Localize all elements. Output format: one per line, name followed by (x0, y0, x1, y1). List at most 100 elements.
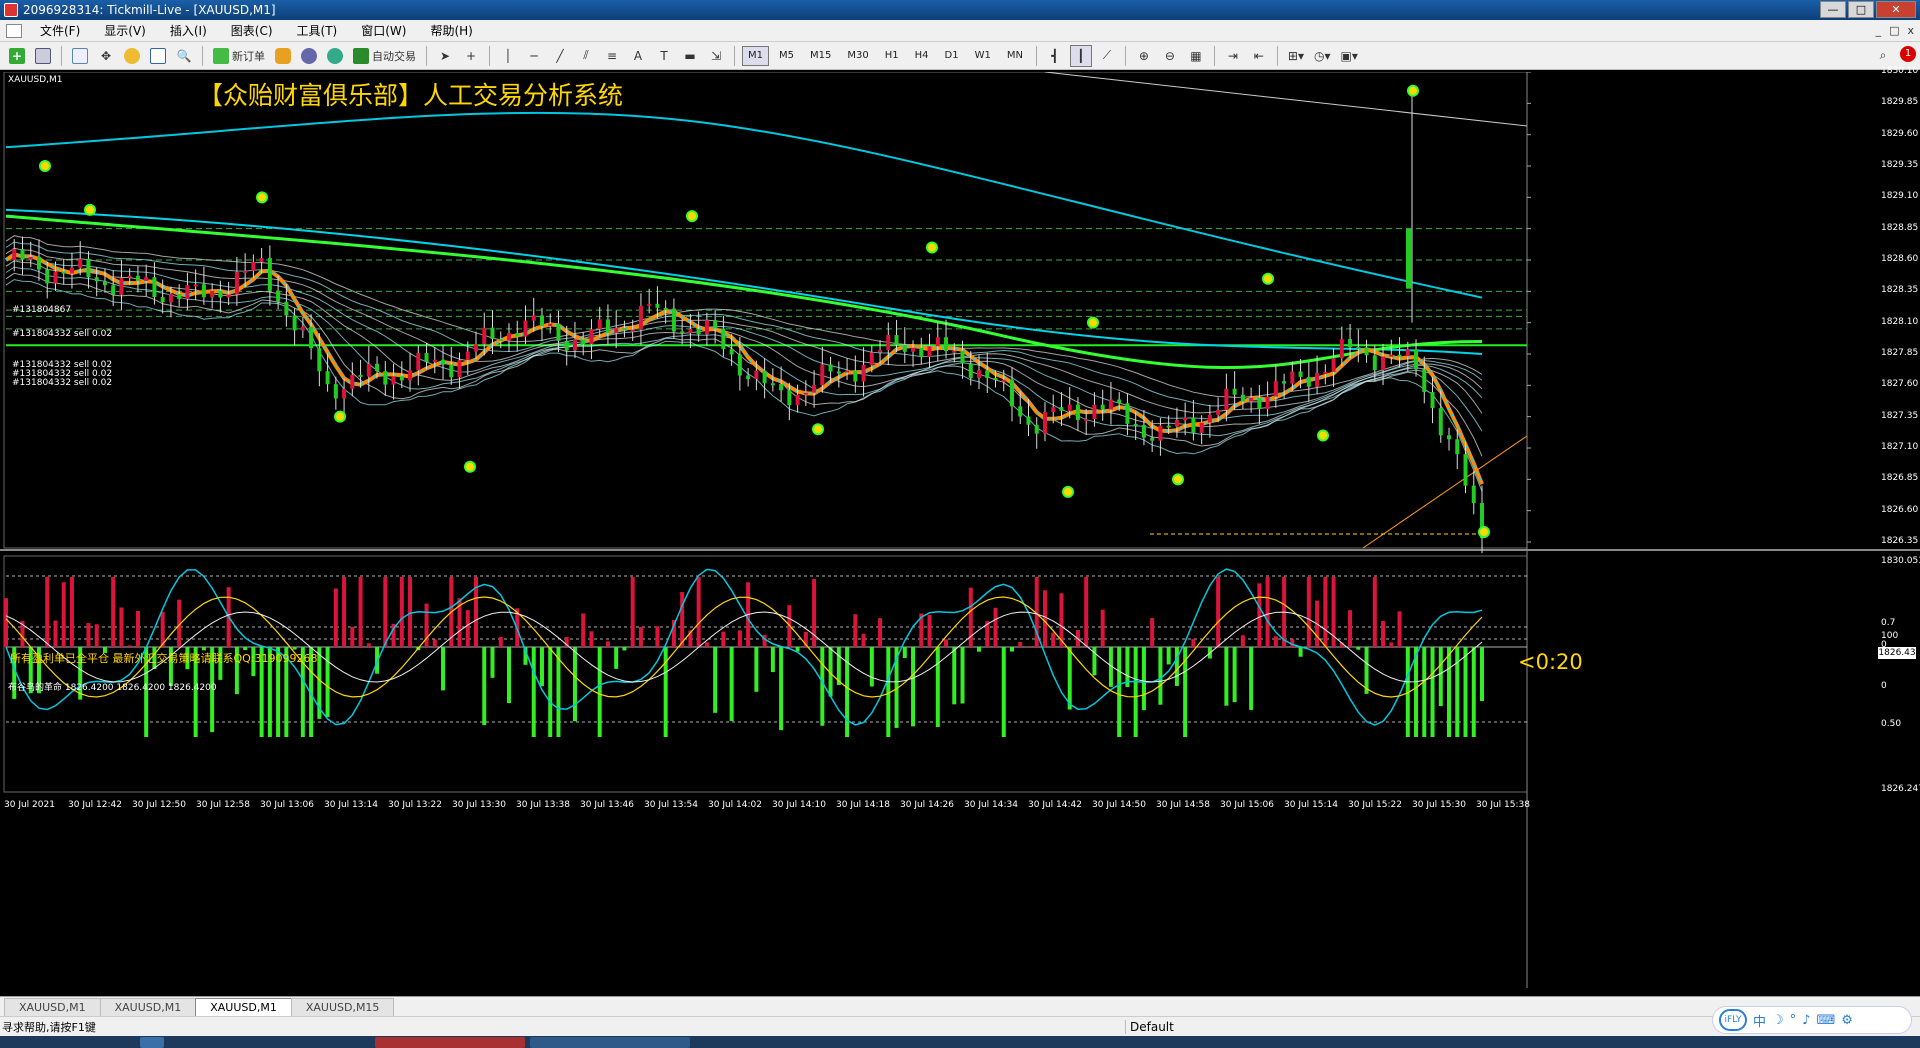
cursor-icon[interactable]: ➤ (434, 45, 456, 67)
ime-keyboard-icon[interactable]: ⌨ (1816, 1013, 1835, 1028)
navigator-icon[interactable] (121, 45, 143, 67)
autoscroll-icon[interactable]: ⇥ (1222, 45, 1244, 67)
equidistant-channel-icon[interactable]: ⫽ (575, 45, 597, 67)
tf-h4-button[interactable]: H4 (909, 46, 935, 66)
market-watch-icon[interactable] (69, 45, 91, 67)
chart-window[interactable]: XAUUSD,M1 【众贻财富俱乐部】人工交易分析系统 #131804867 #… (0, 66, 1920, 988)
strategy-tester-icon[interactable]: 🔍 (173, 45, 195, 67)
chart-tab[interactable]: XAUUSD,M1 (4, 998, 101, 1016)
ime-settings-icon[interactable]: ⚙ (1841, 1013, 1853, 1028)
templates-icon[interactable]: ▣▾ (1338, 45, 1361, 67)
fibonacci-icon[interactable]: ≡ (601, 45, 623, 67)
tf-m1-button[interactable]: M1 (742, 45, 769, 66)
ime-chinese-mode[interactable]: 中 (1753, 1011, 1766, 1030)
tf-m5-button[interactable]: M5 (773, 46, 800, 66)
ime-moon-icon[interactable]: ☽ (1772, 1013, 1784, 1028)
tile-windows-icon[interactable]: ▦ (1185, 45, 1207, 67)
mdi-minimize-button[interactable]: _ (1876, 24, 1882, 37)
candlestick-icon[interactable]: ┃ (1069, 44, 1092, 67)
mdi-close-button[interactable]: x (1907, 24, 1914, 37)
tf-w1-button[interactable]: W1 (969, 46, 997, 66)
vertical-line-icon[interactable]: │ (497, 45, 519, 67)
tf-d1-button[interactable]: D1 (939, 46, 965, 66)
histogram-bar-down (1438, 647, 1443, 707)
data-window-icon[interactable]: ✥ (95, 45, 117, 67)
menu-window[interactable]: 窗口(W) (349, 22, 418, 39)
signal-star (1407, 84, 1419, 97)
histogram-bar-down (490, 647, 495, 678)
histogram-bar-up (135, 610, 140, 647)
close-button[interactable]: ✕ (1876, 1, 1916, 18)
chart-shift-icon[interactable]: ⇤ (1248, 45, 1270, 67)
search-icon[interactable]: ⌕ (1872, 45, 1894, 67)
histogram-bar-up (944, 639, 949, 647)
crosshair-icon[interactable]: + (460, 45, 482, 67)
shapes-icon[interactable]: ⇲ (705, 45, 727, 67)
profile-name[interactable]: Default (1125, 1019, 1174, 1034)
signals-icon[interactable] (298, 45, 320, 67)
taskbar-app[interactable] (140, 1037, 164, 1048)
price-chart[interactable] (0, 72, 1920, 988)
minimize-button[interactable]: — (1820, 1, 1846, 18)
histogram-bar-down (1158, 647, 1163, 705)
time-tick-label: 30 Jul 14:02 (708, 800, 762, 810)
tf-m30-button[interactable]: M30 (841, 46, 874, 66)
notification-badge[interactable]: 1 (1900, 46, 1916, 62)
trendline-icon[interactable]: ╱ (549, 45, 571, 67)
ime-toolbar[interactable]: iFLY 中 ☽ ° ♪ ⌨ ⚙ (1712, 1006, 1912, 1034)
tf-h1-button[interactable]: H1 (879, 46, 905, 66)
menu-view[interactable]: 显示(V) (92, 22, 158, 39)
indicator-tick-label: 0 (1881, 640, 1887, 650)
candle-bull (1331, 358, 1336, 372)
menu-tools[interactable]: 工具(T) (285, 22, 350, 39)
arrows-icon[interactable]: ▬ (679, 45, 701, 67)
chart-tab[interactable]: XAUUSD,M1 (99, 998, 197, 1016)
bar-chart-icon[interactable]: ┫ (1044, 45, 1066, 67)
market-icon[interactable] (324, 45, 346, 67)
terminal-icon[interactable] (147, 45, 169, 67)
menu-help[interactable]: 帮助(H) (418, 22, 484, 39)
histogram-bar-up (1216, 577, 1221, 647)
menu-charts[interactable]: 图表(C) (219, 22, 285, 39)
order-label[interactable]: #131804332 sell 0.02 (12, 378, 112, 388)
ime-logo-icon[interactable]: iFLY (1719, 1009, 1747, 1031)
order-label[interactable]: #131804867 (12, 305, 71, 315)
chart-window-icon[interactable] (6, 23, 22, 38)
indicators-icon[interactable]: ⊞▾ (1285, 45, 1307, 67)
zoom-in-icon[interactable]: ⊕ (1133, 45, 1155, 67)
taskbar-app[interactable] (530, 1037, 690, 1048)
histogram-bar-up (94, 624, 99, 647)
candle-bear (1397, 354, 1402, 357)
taskbar-app[interactable] (375, 1037, 525, 1048)
price-tick-label: 1826.35 (1881, 536, 1919, 546)
mdi-restore-button[interactable]: □ (1889, 24, 1899, 37)
new-order-button[interactable]: 新订单 (210, 45, 268, 67)
tf-mn-button[interactable]: MN (1001, 46, 1029, 66)
price-tick-label: 1828.60 (1881, 254, 1919, 264)
periods-icon[interactable]: ◷▾ (1311, 45, 1334, 67)
ime-punct-icon[interactable]: ° (1790, 1013, 1797, 1028)
line-chart-icon[interactable]: ⟋ (1096, 45, 1118, 67)
chart-tab-active[interactable]: XAUUSD,M1 (195, 998, 292, 1016)
metaeditor-icon[interactable] (272, 45, 294, 67)
candle-bull (647, 303, 652, 306)
signal-star (464, 460, 476, 473)
auto-trading-button[interactable]: 自动交易 (350, 45, 419, 67)
new-chart-icon[interactable]: + (6, 45, 28, 67)
maximize-button[interactable]: □ (1848, 1, 1874, 18)
candle-bull (259, 258, 264, 262)
ime-voice-icon[interactable]: ♪ (1802, 1013, 1810, 1028)
horizontal-line-icon[interactable]: ─ (523, 45, 545, 67)
menu-file[interactable]: 文件(F) (28, 22, 92, 39)
candle-bear (902, 344, 907, 352)
tf-m15-button[interactable]: M15 (804, 46, 837, 66)
text-icon[interactable]: A (627, 45, 649, 67)
candle-bear (1471, 485, 1476, 504)
zoom-out-icon[interactable]: ⊖ (1159, 45, 1181, 67)
order-label[interactable]: #131804332 sell 0.02 (12, 329, 112, 339)
menu-insert[interactable]: 插入(I) (158, 22, 219, 39)
chart-tab[interactable]: XAUUSD,M15 (290, 998, 395, 1016)
profiles-icon[interactable] (32, 45, 54, 67)
text-label-icon[interactable]: T (653, 45, 675, 67)
histogram-bar-up (1199, 645, 1204, 647)
